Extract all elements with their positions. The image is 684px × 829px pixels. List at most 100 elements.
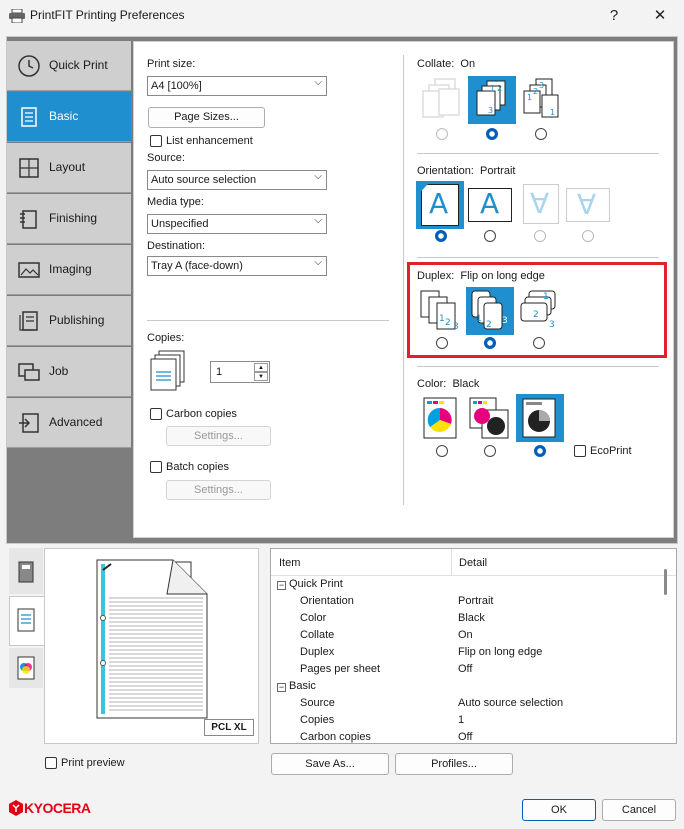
ecoprint-checkbox[interactable] — [574, 445, 586, 457]
color-icon — [17, 656, 35, 680]
mono-color-radio[interactable] — [484, 445, 496, 457]
print-size-select[interactable]: A4 [100%] ⌵ — [147, 76, 327, 96]
summary-item-label: Orientation — [300, 595, 354, 607]
media-type-select[interactable]: Unspecified ⌵ — [147, 214, 327, 234]
carbon-copies-checkbox[interactable] — [150, 408, 162, 420]
list-enhancement-label: List enhancement — [166, 135, 253, 147]
svg-text:1: 1 — [439, 314, 445, 324]
copies-spinner[interactable]: 1 ▲ ▼ — [210, 361, 270, 383]
help-button[interactable]: ? — [594, 2, 634, 30]
summary-item-label: Source — [300, 697, 335, 709]
sidebar-item-advanced[interactable]: Advanced — [7, 398, 131, 448]
divider — [417, 257, 659, 258]
sidebar-item-layout[interactable]: Layout — [7, 143, 131, 193]
source-select[interactable]: Auto source selection ⌵ — [147, 170, 327, 190]
page-sizes-button[interactable]: Page Sizes... — [148, 107, 265, 128]
duplex-off-icon[interactable]: 123 — [419, 289, 463, 333]
full-color-icon[interactable] — [422, 396, 460, 440]
media-type-value: Unspecified — [151, 218, 209, 230]
batch-settings-button[interactable]: Settings... — [166, 480, 271, 500]
source-label: Source: — [147, 152, 185, 164]
column-header-detail[interactable]: Detail — [459, 557, 487, 569]
sidebar-item-job[interactable]: Job — [7, 347, 131, 397]
duplex-heading: Duplex: Flip on long edge — [417, 270, 545, 282]
mono-color-icon[interactable] — [468, 396, 510, 440]
divider — [417, 366, 659, 367]
close-button[interactable]: ✕ — [640, 2, 680, 30]
sidebar-item-finishing[interactable]: Finishing — [7, 194, 131, 244]
scrollbar-thumb[interactable] — [664, 569, 667, 595]
ok-button[interactable]: OK — [522, 799, 596, 821]
summary-detail-value: Black — [458, 612, 485, 624]
collapse-toggle[interactable]: − — [277, 683, 286, 692]
orientation-portrait-radio[interactable] — [435, 230, 447, 242]
print-preview-checkbox[interactable] — [45, 757, 57, 769]
black-radio[interactable] — [534, 445, 546, 457]
summary-detail-value: Auto source selection — [458, 697, 564, 709]
source-value: Auto source selection — [151, 174, 257, 186]
svg-text:2: 2 — [445, 318, 451, 328]
sidebar-item-basic[interactable]: Basic — [7, 92, 131, 142]
sidebar-item-label: Publishing — [49, 313, 105, 327]
sidebar-item-label: Imaging — [49, 262, 92, 276]
color-label: Color: — [417, 378, 447, 390]
save-as-button[interactable]: Save As... — [271, 753, 389, 775]
collate-on-radio[interactable] — [486, 128, 498, 140]
summary-item-label: Copies — [300, 714, 335, 726]
portrait-glyph: A — [429, 187, 449, 220]
collapse-toggle[interactable]: − — [277, 581, 286, 590]
landscape-glyph: A — [480, 187, 500, 220]
sidebar-item-quick-print[interactable]: Quick Print — [7, 41, 131, 91]
destination-select[interactable]: Tray A (face-down) ⌵ — [147, 256, 327, 276]
batch-copies-label: Batch copies — [166, 461, 229, 473]
column-header-item[interactable]: Item — [279, 557, 300, 569]
orientation-rotated-portrait-radio[interactable] — [534, 230, 546, 242]
sidebar-item-publishing[interactable]: Publishing — [7, 296, 131, 346]
print-size-value: A4 [100%] — [151, 80, 202, 92]
copies-icon — [150, 350, 185, 391]
collate-off-icon[interactable] — [421, 77, 463, 123]
summary-item-label: Pages per sheet — [300, 663, 381, 675]
copies-label: Copies: — [147, 332, 185, 344]
print-preview-label: Print preview — [61, 757, 125, 769]
summary-item-label: Color — [300, 612, 327, 624]
orientation-rotated-landscape-radio[interactable] — [582, 230, 594, 242]
duplex-value: Flip on long edge — [460, 270, 545, 282]
duplex-long-edge-radio[interactable] — [484, 337, 496, 349]
svg-text:2: 2 — [486, 320, 492, 330]
collate-off-radio[interactable] — [436, 128, 448, 140]
collate-group-icon[interactable]: 321 1 — [520, 77, 564, 123]
chevron-down-icon: ⌵ — [314, 215, 322, 226]
summary-detail-value: Off — [458, 731, 473, 743]
collate-heading: Collate: On — [417, 58, 475, 70]
duplex-off-radio[interactable] — [436, 337, 448, 349]
duplex-short-edge-radio[interactable] — [533, 337, 545, 349]
svg-text:2: 2 — [497, 84, 502, 93]
publishing-icon — [19, 311, 38, 331]
sidebar-item-label: Finishing — [49, 211, 98, 225]
layout-icon — [19, 158, 39, 178]
title-bar: PrintFIT Printing Preferences ? ✕ — [0, 0, 684, 32]
svg-text:1: 1 — [476, 314, 482, 324]
pdl-badge: PCL XL — [204, 719, 254, 736]
sidebar-item-label: Job — [49, 364, 69, 378]
cancel-button[interactable]: Cancel — [602, 799, 676, 821]
summary-item-label: Carbon copies — [300, 731, 371, 743]
divider — [417, 153, 659, 154]
print-size-label: Print size: — [147, 58, 196, 70]
clock-icon — [18, 55, 40, 77]
printer-icon — [9, 9, 25, 23]
carbon-settings-button[interactable]: Settings... — [166, 426, 271, 446]
collate-group-radio[interactable] — [535, 128, 547, 140]
svg-text:3: 3 — [539, 81, 544, 90]
sidebar-item-imaging[interactable]: Imaging — [7, 245, 131, 295]
profiles-button[interactable]: Profiles... — [395, 753, 513, 775]
batch-copies-checkbox[interactable] — [150, 461, 162, 473]
full-color-radio[interactable] — [436, 445, 448, 457]
spin-up-button[interactable]: ▲ — [254, 363, 268, 372]
list-enhancement-checkbox[interactable] — [150, 135, 162, 147]
collate-value: On — [460, 58, 476, 70]
duplex-short-edge-icon[interactable]: 123 — [517, 289, 561, 333]
orientation-landscape-radio[interactable] — [484, 230, 496, 242]
spin-down-button[interactable]: ▼ — [254, 372, 268, 381]
